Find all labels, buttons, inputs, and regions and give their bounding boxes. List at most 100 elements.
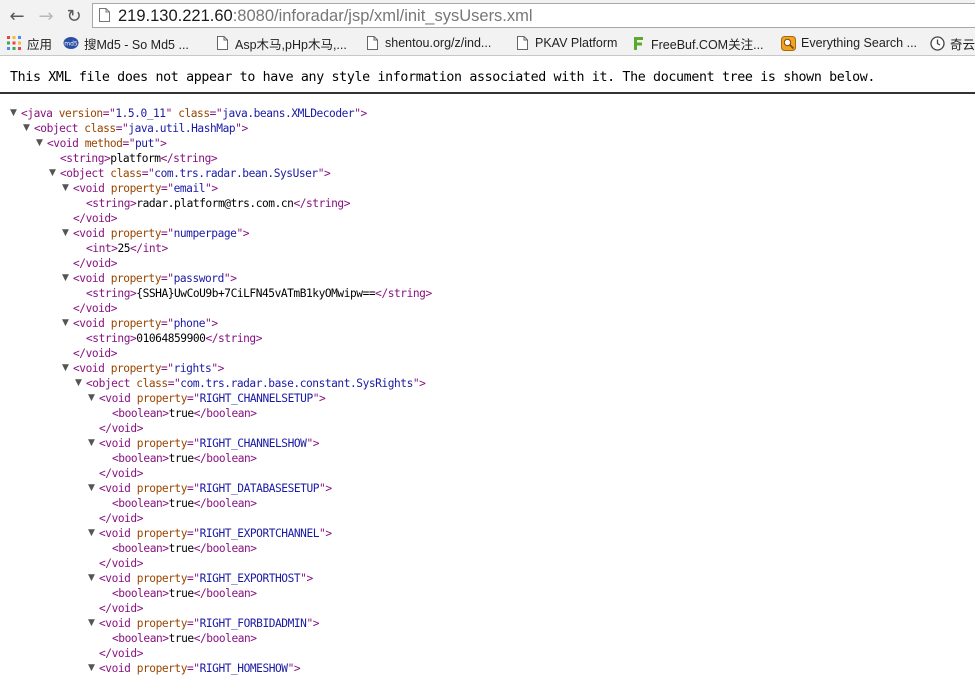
reload-icon[interactable]: ↻ xyxy=(62,4,86,28)
xml-attr-value: com.trs.radar.bean.SysUser xyxy=(154,167,318,180)
xml-attr-value: com.trs.radar.base.constant.SysRights xyxy=(180,377,413,390)
bookmark-everything[interactable]: Everything Search ... xyxy=(780,31,917,55)
bookmark-shentou[interactable]: shentou.org/z/ind... xyxy=(364,31,491,55)
xml-close-line: </void> xyxy=(99,421,143,436)
xml-attr-value: phone xyxy=(173,317,206,330)
xml-attr-name: class xyxy=(78,122,116,135)
bookmark-label: Asp木马,pHp木马,... xyxy=(235,37,347,52)
collapse-toggle-icon[interactable]: ▼ xyxy=(88,661,95,676)
xml-punct: =" xyxy=(161,362,174,375)
xml-tag: </boolean> xyxy=(193,542,257,555)
collapse-toggle-icon[interactable]: ▼ xyxy=(88,481,95,496)
collapse-toggle-icon[interactable]: ▼ xyxy=(62,271,69,286)
address-url[interactable]: 219.130.221.60:8080/inforadar/jsp/xml/in… xyxy=(118,5,533,27)
xml-open-line: ▼ <void property="RIGHT_EXPORTHOST"> xyxy=(88,571,313,586)
xml-close-line: </void> xyxy=(73,301,117,316)
xml-text: radar.platform@trs.com.cn xyxy=(136,197,294,210)
xml-tag: > xyxy=(211,182,218,195)
xml-attr-value: rights xyxy=(173,362,212,375)
xml-punct: =" xyxy=(161,317,174,330)
bookmark-somd5[interactable]: md5 搜Md5 - So Md5 ... xyxy=(63,31,189,55)
collapse-toggle-icon[interactable]: ▼ xyxy=(23,121,30,136)
bookmark-label: Everything Search ... xyxy=(801,36,918,50)
xml-text: {SSHA}UwCoU9b+7CiLFN45vATmB1kyOMwipw== xyxy=(136,287,376,300)
bookmark-qiyun[interactable]: 奇云 xyxy=(929,31,975,55)
xml-tag: </string> xyxy=(293,197,351,210)
address-bar[interactable]: 219.130.221.60:8080/inforadar/jsp/xml/in… xyxy=(92,3,975,28)
xml-tag: > xyxy=(211,317,218,330)
xml-tag: > xyxy=(312,437,320,450)
xml-punct: =" xyxy=(167,377,181,390)
xml-tag: > xyxy=(419,377,426,390)
collapse-toggle-icon[interactable]: ▼ xyxy=(88,616,95,631)
xml-text: platform xyxy=(110,152,161,165)
xml-tag: <string> xyxy=(60,152,111,165)
xml-open-line: ▼ <object class="com.trs.radar.bean.SysUs… xyxy=(49,166,331,181)
xml-tag: <void xyxy=(73,362,105,375)
xml-tag: <void xyxy=(99,617,131,630)
collapse-toggle-icon[interactable]: ▼ xyxy=(88,526,95,541)
xml-punct: =" xyxy=(187,437,200,450)
xml-tag: <void xyxy=(99,527,131,540)
collapse-toggle-icon[interactable]: ▼ xyxy=(62,226,69,241)
xml-open-line: ▼ <void property="RIGHT_DATABASESETUP"> xyxy=(88,481,332,496)
xml-punct: =" xyxy=(102,107,116,120)
xml-text: true xyxy=(168,542,195,555)
xml-tag: > xyxy=(217,362,225,375)
xml-open-line: ▼ <object class="com.trs.radar.base.const… xyxy=(75,376,426,391)
xml-attr-value: 1.5.0_11 xyxy=(115,107,166,120)
xml-tag: <object xyxy=(60,167,104,180)
xml-tag: </void> xyxy=(99,467,143,480)
xml-punct: =" xyxy=(161,182,174,195)
xml-attr-value: RIGHT_FORBIDADMIN xyxy=(199,617,307,630)
xml-tag: </boolean> xyxy=(193,407,257,420)
xml-attr-name: property xyxy=(130,437,188,450)
xml-tag: </void> xyxy=(73,257,117,270)
xml-tag: <void xyxy=(99,482,131,495)
freebuf-logo-icon xyxy=(630,35,646,51)
xml-tag: > xyxy=(324,167,331,180)
bookmark-pkav[interactable]: PKAV Platform xyxy=(514,31,617,55)
browser-toolbar: ← → ↻ 219.130.221.60:8080/inforadar/jsp/… xyxy=(0,0,975,31)
bookmark-label: 搜Md5 - So Md5 ... xyxy=(84,37,189,52)
xml-attr-name: property xyxy=(104,227,162,240)
collapse-toggle-icon[interactable]: ▼ xyxy=(75,376,82,391)
collapse-toggle-icon[interactable]: ▼ xyxy=(88,436,95,451)
collapse-toggle-icon[interactable]: ▼ xyxy=(49,166,56,181)
collapse-toggle-icon[interactable]: ▼ xyxy=(36,136,43,151)
collapse-toggle-icon[interactable]: ▼ xyxy=(88,391,95,406)
xml-text: true xyxy=(168,497,195,510)
somd5-logo-icon: md5 xyxy=(63,35,79,51)
xml-leaf-line: <string>platform</string> xyxy=(60,151,218,166)
xml-attr-name: property xyxy=(130,482,188,495)
forward-arrow-icon[interactable]: → xyxy=(34,4,58,28)
xml-attr-value: password xyxy=(173,272,225,285)
collapse-toggle-icon[interactable]: ▼ xyxy=(62,316,69,331)
xml-leaf-line: <boolean>true</boolean> xyxy=(112,586,257,601)
collapse-toggle-icon[interactable]: ▼ xyxy=(10,106,17,121)
back-arrow-icon[interactable]: ← xyxy=(5,4,29,28)
xml-close-line: </void> xyxy=(99,466,143,481)
page-icon xyxy=(214,35,230,51)
xml-attr-name: property xyxy=(130,662,188,675)
bookmark-freebuf[interactable]: FreeBuf.COM关注... xyxy=(630,31,764,55)
xml-tag: > xyxy=(319,392,326,405)
bookmark-apps[interactable]: 应用 xyxy=(6,31,52,55)
xml-leaf-line: <boolean>true</boolean> xyxy=(112,631,257,646)
xml-attr-name: property xyxy=(104,182,162,195)
bookmark-asp[interactable]: Asp木马,pHp木马,... xyxy=(214,31,347,55)
xml-tag: <boolean> xyxy=(112,407,169,420)
xml-tag: <java xyxy=(21,107,53,120)
svg-text:md5: md5 xyxy=(64,41,78,48)
collapse-toggle-icon[interactable]: ▼ xyxy=(62,361,69,376)
xml-leaf-line: <boolean>true</boolean> xyxy=(112,451,257,466)
xml-leaf-line: <string>{SSHA}UwCoU9b+7CiLFN45vATmB1kyOM… xyxy=(86,286,432,301)
xml-tag: </boolean> xyxy=(193,632,257,645)
xml-text: 25 xyxy=(117,242,131,255)
xml-tag: </void> xyxy=(99,557,143,570)
collapse-toggle-icon[interactable]: ▼ xyxy=(88,571,95,586)
xml-tag: </void> xyxy=(73,212,117,225)
collapse-toggle-icon[interactable]: ▼ xyxy=(62,181,69,196)
xml-text: true xyxy=(168,632,195,645)
xml-tag: <void xyxy=(73,317,105,330)
